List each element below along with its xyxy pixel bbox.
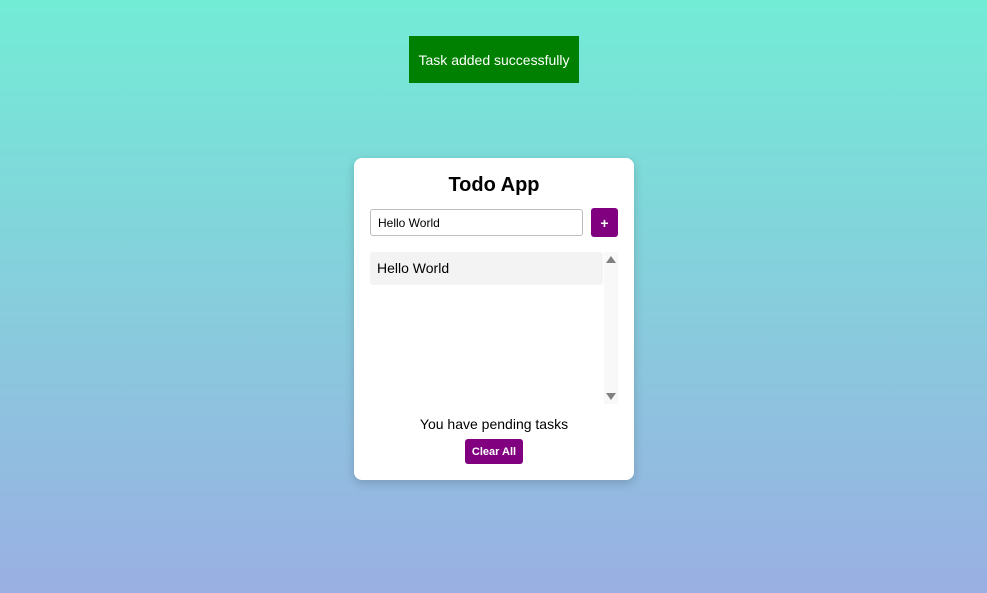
- task-item[interactable]: Hello World: [370, 252, 603, 285]
- scroll-up-arrow-icon[interactable]: [606, 256, 616, 263]
- add-task-button[interactable]: +: [591, 208, 618, 237]
- toast-message: Task added successfully: [418, 51, 570, 68]
- todo-card: Todo App + Hello World You have pending …: [354, 158, 634, 480]
- clear-all-button[interactable]: Clear All: [465, 439, 523, 464]
- task-list: Hello World: [370, 252, 603, 404]
- task-list-container: Hello World: [370, 252, 618, 404]
- scroll-down-arrow-icon[interactable]: [606, 393, 616, 400]
- task-list-scrollbar[interactable]: [604, 252, 618, 404]
- app-title: Todo App: [448, 174, 540, 196]
- page-background: { "toast": { "message": "Task added succ…: [0, 0, 987, 593]
- pending-status-text: You have pending tasks: [419, 416, 569, 432]
- success-toast: Task added successfully: [409, 36, 579, 83]
- task-input[interactable]: [370, 209, 583, 236]
